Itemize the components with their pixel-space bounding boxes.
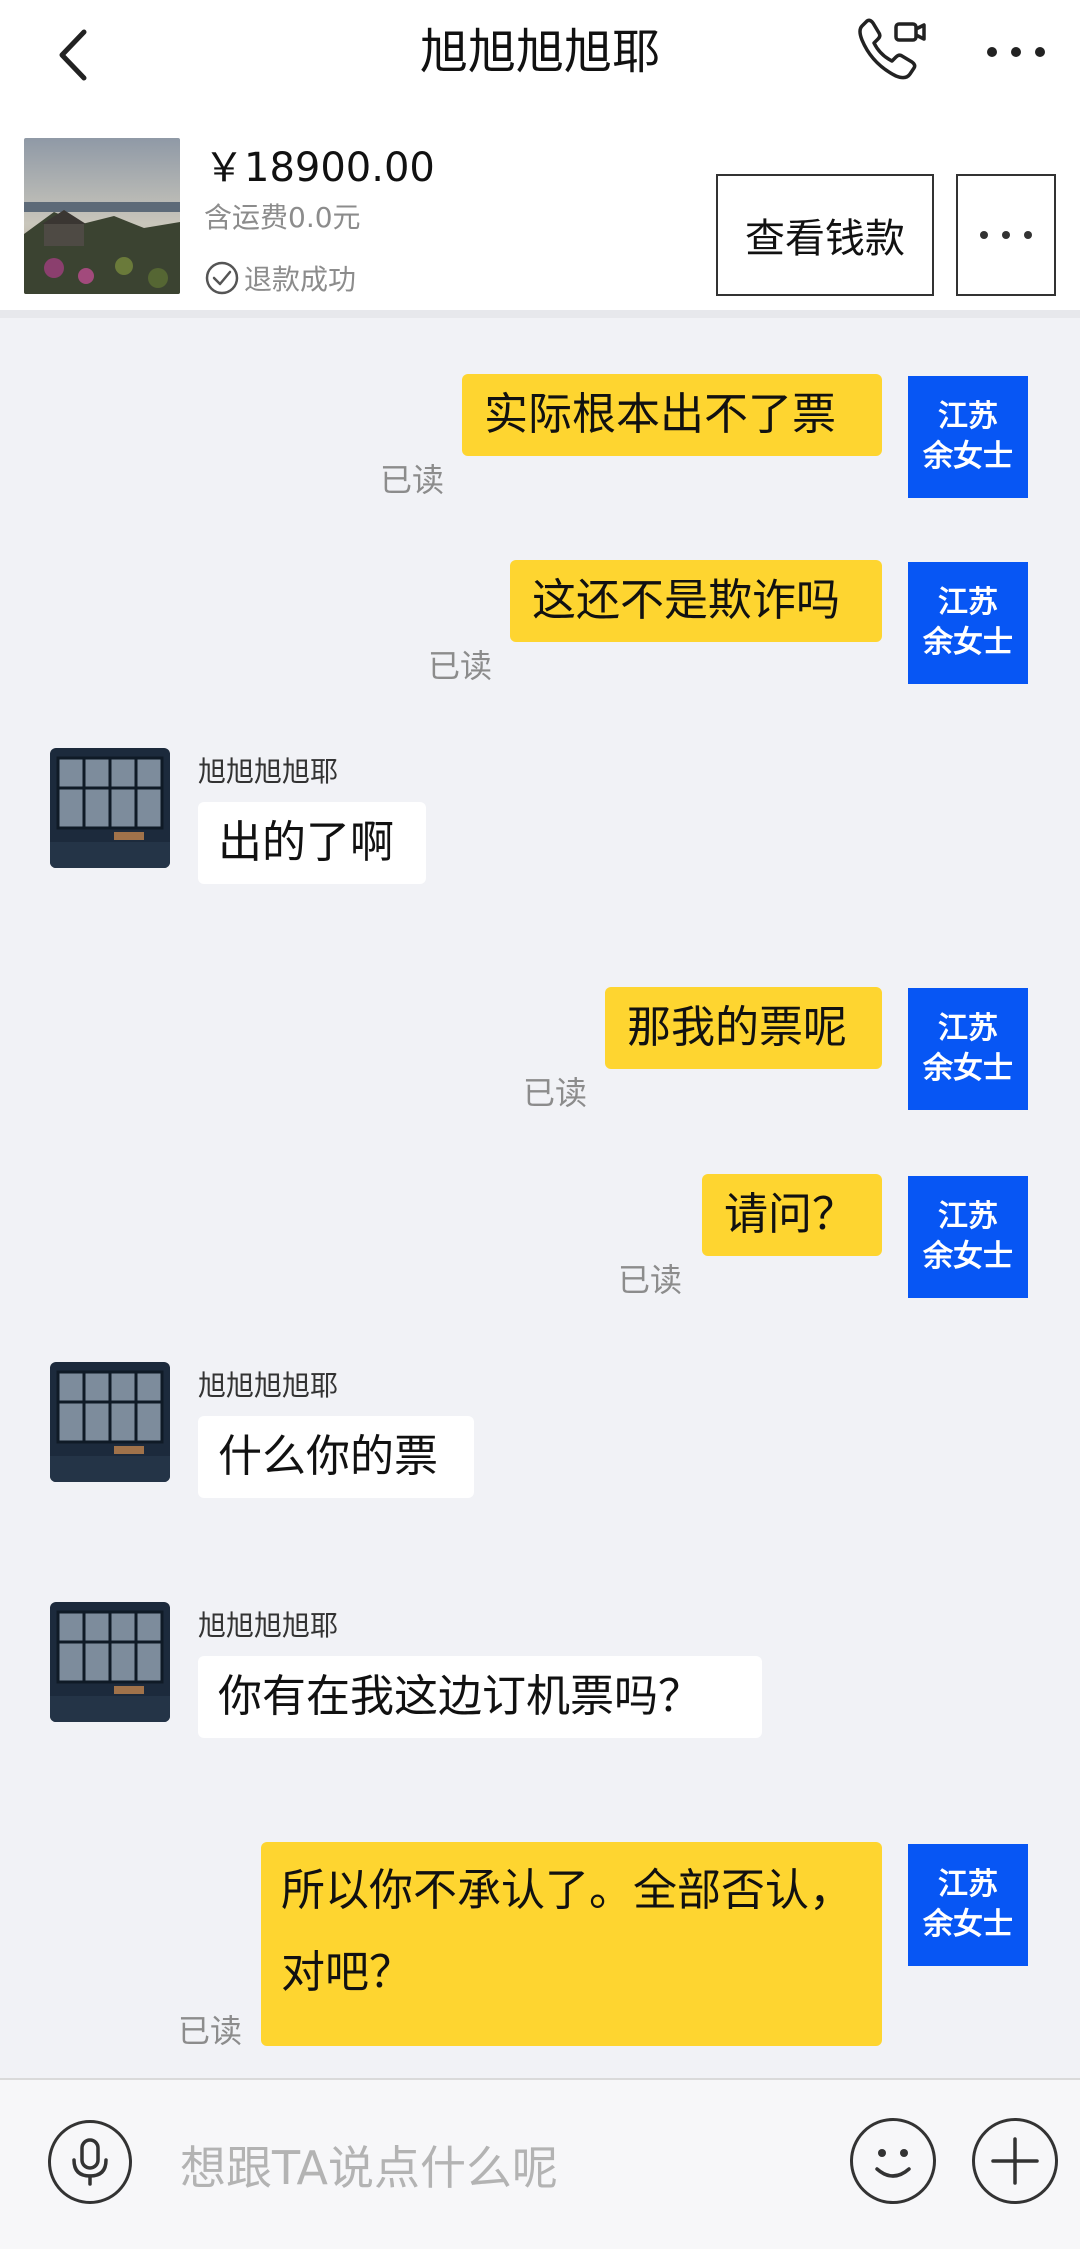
avatar-label-line1: 江苏: [938, 1199, 998, 1234]
my-avatar[interactable]: 江苏 余女士: [908, 1844, 1028, 1966]
card-more-button[interactable]: [956, 174, 1056, 296]
add-attachment-icon[interactable]: [972, 2118, 1058, 2204]
product-card: ￥18900.00 含运费0.0元 退款成功 查看钱款: [0, 108, 1080, 318]
avatar-label-line1: 江苏: [938, 1011, 998, 1046]
call-icon[interactable]: [852, 14, 932, 86]
contact-avatar[interactable]: [50, 1362, 170, 1482]
read-receipt: 已读: [178, 2012, 243, 2050]
sender-name: 旭旭旭旭耶: [198, 1609, 339, 1642]
read-receipt: 已读: [428, 647, 493, 685]
read-receipt: 已读: [380, 461, 445, 499]
refund-status: 退款成功: [204, 258, 356, 298]
message-bubble-in[interactable]: 什么你的票: [198, 1416, 474, 1498]
sender-name: 旭旭旭旭耶: [198, 755, 339, 788]
avatar-label-line1: 江苏: [938, 585, 998, 620]
avatar-label-line2: 余女士: [923, 1239, 1013, 1274]
my-avatar[interactable]: 江苏 余女士: [908, 1176, 1028, 1298]
refund-status-label: 退款成功: [244, 263, 357, 296]
avatar-label-line2: 余女士: [923, 439, 1013, 474]
view-payment-button[interactable]: 查看钱款: [716, 174, 934, 296]
my-avatar[interactable]: 江苏 余女士: [908, 376, 1028, 498]
my-avatar[interactable]: 江苏 余女士: [908, 562, 1028, 684]
message-bubble-out[interactable]: 这还不是欺诈吗: [510, 560, 882, 642]
check-circle-icon: [205, 261, 239, 295]
avatar-label-line2: 余女士: [923, 1907, 1013, 1942]
product-price: ￥18900.00: [204, 145, 435, 191]
message-bubble-out[interactable]: 请问？: [702, 1174, 882, 1256]
shipping-fee: 含运费0.0元: [204, 201, 361, 234]
chat-header: 旭旭旭旭耶: [0, 0, 1080, 108]
message-input[interactable]: 想跟TA说点什么呢: [180, 2132, 558, 2198]
avatar-label-line2: 余女士: [923, 1051, 1013, 1086]
avatar-label-line1: 江苏: [938, 399, 998, 434]
message-bubble-in[interactable]: 出的了啊: [198, 802, 426, 884]
avatar-label-line1: 江苏: [938, 1867, 998, 1902]
contact-avatar[interactable]: [50, 1602, 170, 1722]
read-receipt: 已读: [618, 1261, 683, 1299]
microphone-icon[interactable]: [48, 2120, 132, 2204]
contact-avatar[interactable]: [50, 748, 170, 868]
my-avatar[interactable]: 江苏 余女士: [908, 988, 1028, 1110]
input-bar: 想跟TA说点什么呢: [0, 2078, 1080, 2249]
product-thumbnail[interactable]: [24, 138, 180, 294]
emoji-icon[interactable]: [850, 2118, 936, 2204]
more-options-icon[interactable]: [978, 20, 1058, 80]
message-bubble-out[interactable]: 那我的票呢: [605, 987, 882, 1069]
message-bubble-out[interactable]: 实际根本出不了票: [462, 374, 882, 456]
message-bubble-in[interactable]: 你有在我这边订机票吗？: [198, 1656, 762, 1738]
more-dots-icon: [980, 231, 1032, 239]
avatar-label-line2: 余女士: [923, 625, 1013, 660]
message-bubble-out[interactable]: 所以你不承认了。全部否认，对吧？: [261, 1842, 882, 2046]
read-receipt: 已读: [523, 1074, 588, 1112]
sender-name: 旭旭旭旭耶: [198, 1369, 339, 1402]
